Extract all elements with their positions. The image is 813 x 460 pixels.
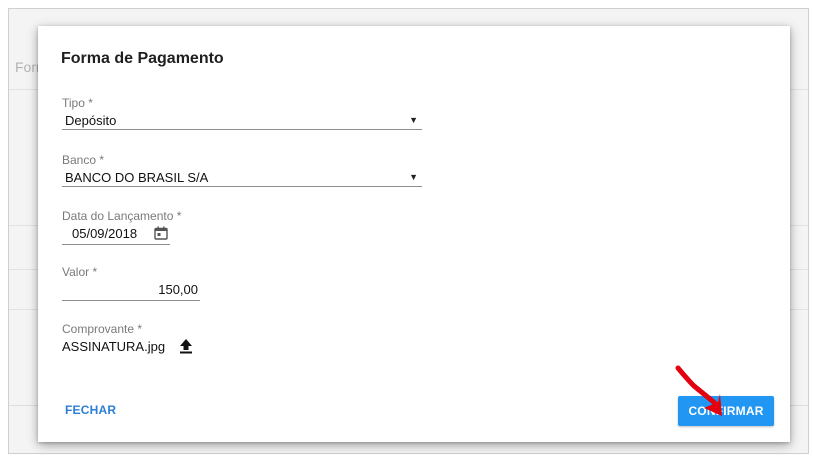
caret-down-icon: ▼: [409, 115, 418, 125]
banco-select[interactable]: BANCO DO BRASIL S/A ▼: [62, 170, 422, 187]
tipo-value: Depósito: [65, 113, 117, 128]
tipo-select[interactable]: Depósito ▼: [62, 113, 422, 130]
comprovante-field: Comprovante * ASSINATURA.jpg: [62, 322, 262, 354]
data-label: Data do Lançamento *: [62, 209, 182, 223]
tipo-field: Tipo * Depósito ▼: [62, 96, 422, 130]
comprovante-label: Comprovante *: [62, 322, 143, 336]
data-input[interactable]: 05/09/2018: [62, 226, 170, 245]
valor-label: Valor *: [62, 265, 98, 279]
valor-input[interactable]: 150,00: [62, 282, 200, 301]
banco-value: BANCO DO BRASIL S/A: [65, 170, 209, 185]
red-arrow-icon: [675, 365, 722, 416]
payment-modal: Forma de Pagamento Tipo * Depósito ▼ Ban…: [38, 26, 790, 442]
data-value: 05/09/2018: [72, 226, 138, 241]
upload-icon[interactable]: [179, 338, 193, 354]
comprovante-file-row: ASSINATURA.jpg: [62, 338, 262, 354]
comprovante-filename: ASSINATURA.jpg: [62, 338, 166, 354]
banco-label: Banco *: [62, 153, 105, 167]
modal-title: Forma de Pagamento: [61, 50, 224, 67]
caret-down-icon: ▼: [409, 172, 418, 182]
valor-field: Valor * 150,00: [62, 265, 200, 301]
banco-field: Banco * BANCO DO BRASIL S/A ▼: [62, 153, 422, 187]
tipo-label: Tipo *: [62, 96, 93, 110]
close-button[interactable]: FECHAR: [65, 403, 116, 417]
calendar-icon[interactable]: [154, 226, 168, 240]
data-field: Data do Lançamento * 05/09/2018: [62, 209, 182, 245]
